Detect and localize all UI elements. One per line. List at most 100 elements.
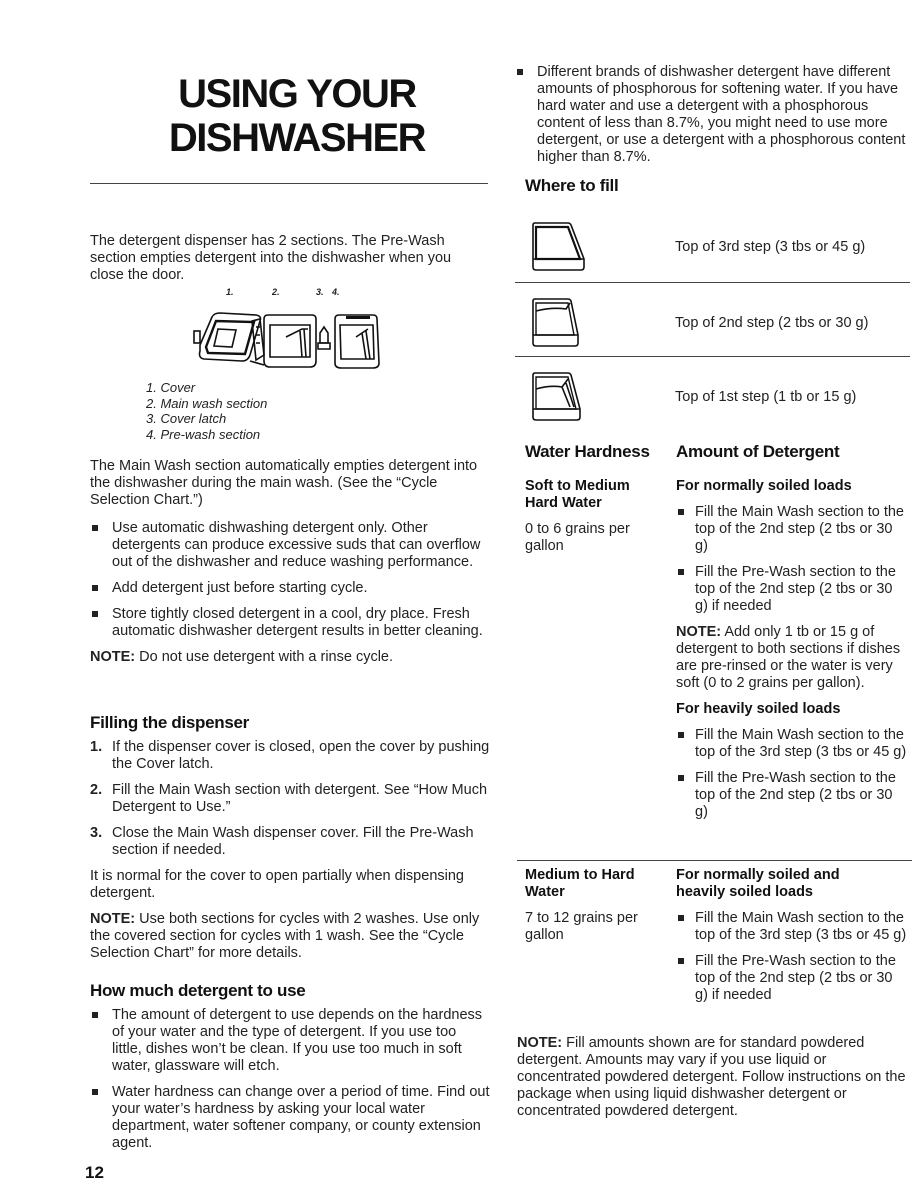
- bullet-square-icon: [92, 1089, 98, 1095]
- step-number: 3.: [90, 825, 103, 841]
- step-item: 1. If the dispenser cover is closed, open…: [90, 739, 490, 773]
- bullet-item: Store tightly closed detergent in a cool…: [90, 606, 490, 640]
- load-type-heading: For normally soiled and heavily soiled l…: [676, 867, 840, 900]
- bullet-item: Different brands of dishwasher detergent…: [515, 64, 910, 166]
- bullet-item: Use automatic dishwashing detergent only…: [90, 520, 490, 571]
- bullet-square-icon: [678, 958, 684, 964]
- load-type-heading: For heavily soiled loads: [676, 701, 841, 717]
- col-header-amount-of-detergent: Amount of Detergent: [676, 442, 840, 461]
- bullet-text: Store tightly closed detergent in a cool…: [112, 606, 483, 639]
- amount-bullets: Fill the Main Wash section to the top of…: [676, 504, 908, 615]
- main-wash-section: The Main Wash section automatically empt…: [90, 458, 490, 666]
- grains-range: 7 to 12 grains per gallon: [525, 910, 638, 943]
- usage-bullet-list: Use automatic dishwashing detergent only…: [90, 520, 490, 640]
- phosphorous-bullet: Different brands of dishwasher detergent…: [515, 64, 910, 175]
- how-much-section: How much detergent to use The amount of …: [90, 982, 490, 1161]
- how-much-heading: How much detergent to use: [90, 981, 306, 1000]
- bullet-item: Fill the Pre-Wash section to the top of …: [676, 770, 908, 821]
- load-type-heading: For normally soiled loads: [676, 478, 852, 494]
- final-note-text: NOTE: Fill amounts shown are for standar…: [517, 1035, 912, 1120]
- cup-3rd-step-icon: [532, 222, 585, 271]
- bullet-text: Use automatic dishwashing detergent only…: [112, 520, 481, 570]
- bullet-item: Fill the Main Wash section to the top of…: [676, 504, 908, 555]
- row-divider: [515, 282, 910, 283]
- table-row-divider: [517, 860, 912, 861]
- note-text: Fill amounts shown are for standard powd…: [517, 1035, 906, 1119]
- bullet-item: Add detergent just before starting cycle…: [90, 580, 490, 597]
- note-label: NOTE:: [90, 649, 136, 665]
- hardness-row-2-right: For normally soiled and heavily soiled l…: [676, 867, 908, 1013]
- bullet-text: Add detergent just before starting cycle…: [112, 580, 368, 596]
- filling-section: Filling the dispenser 1. If the dispenser…: [90, 714, 490, 962]
- hardness-level: Medium to Hard Water: [525, 867, 635, 900]
- page-number: 12: [85, 1163, 104, 1182]
- page-title: USING YOUR DISHWASHER: [162, 72, 432, 160]
- bullet-item: Fill the Main Wash section to the top of…: [676, 727, 908, 761]
- note-text: Do not use detergent with a rinse cycle.: [135, 649, 394, 665]
- bullet-square-icon: [92, 525, 98, 531]
- step-item: 2. Fill the Main Wash section with deterg…: [90, 782, 490, 816]
- callout-1: 1.: [226, 287, 234, 297]
- bullet-text: Fill the Pre-Wash section to the top of …: [695, 564, 896, 614]
- legend-item: 3. Cover latch: [146, 411, 227, 426]
- step-number: 2.: [90, 782, 103, 798]
- step-item: 3. Close the Main Wash dispenser cover. F…: [90, 825, 490, 859]
- bullet-item: Fill the Pre-Wash section to the top of …: [676, 564, 908, 615]
- bullet-text: Fill the Pre-Wash section to the top of …: [695, 770, 896, 820]
- bullet-item: Water hardness can change over a period …: [90, 1084, 490, 1152]
- fill-row-3rd-step: Top of 3rd step (3 tbs or 45 g): [515, 217, 910, 287]
- bullet-square-icon: [517, 69, 523, 75]
- soft-water-note: NOTE: Add only 1 tb or 15 g of detergent…: [676, 624, 908, 692]
- callout-4: 4.: [332, 287, 340, 297]
- step-number: 1.: [90, 739, 103, 755]
- step-text: Fill the Main Wash section with detergen…: [112, 782, 488, 815]
- bullet-square-icon: [678, 509, 684, 515]
- fill-label: Top of 3rd step (3 tbs or 45 g): [675, 239, 866, 255]
- note-label: NOTE:: [676, 624, 722, 640]
- fill-row-1st-step: Top of 1st step (1 tb or 15 g): [515, 367, 910, 437]
- bullet-square-icon: [678, 775, 684, 781]
- note-label: NOTE:: [90, 911, 136, 927]
- phosphorous-bullet-list: Different brands of dishwasher detergent…: [515, 64, 910, 166]
- bullet-square-icon: [92, 1012, 98, 1018]
- callout-2: 2.: [272, 287, 280, 297]
- hardness-row-1-left: Soft to Medium Hard Water 0 to 6 grains …: [525, 478, 665, 555]
- bullet-text: Water hardness can change over a period …: [112, 1084, 490, 1151]
- bullet-text: Fill the Pre-Wash section to the top of …: [695, 953, 896, 1003]
- fill-row-2nd-step: Top of 2nd step (2 tbs or 30 g): [515, 293, 910, 363]
- amount-bullets: Fill the Main Wash section to the top of…: [676, 910, 908, 1004]
- rinse-note: NOTE: Do not use detergent with a rinse …: [90, 649, 490, 666]
- bullet-square-icon: [92, 611, 98, 617]
- where-to-fill-heading: Where to fill: [525, 176, 619, 195]
- final-note: NOTE: Fill amounts shown are for standar…: [517, 1035, 912, 1120]
- bullet-item: The amount of detergent to use depends o…: [90, 1007, 490, 1075]
- page-title-line-2: DISHWASHER: [168, 116, 427, 160]
- bullet-text: Fill the Main Wash section to the top of…: [695, 910, 907, 943]
- bullet-item: Fill the Pre-Wash section to the top of …: [676, 953, 908, 1004]
- step-text: If the dispenser cover is closed, open t…: [112, 739, 490, 772]
- cup-2nd-step-icon: [532, 298, 579, 347]
- note-label: NOTE:: [517, 1035, 563, 1051]
- fill-label: Top of 1st step (1 tb or 15 g): [675, 389, 857, 405]
- bullet-item: Fill the Main Wash section to the top of…: [676, 910, 908, 944]
- page-title-line-1: USING YOUR: [178, 72, 417, 116]
- bullet-text: Fill the Main Wash section to the top of…: [695, 504, 904, 554]
- hardness-level: Soft to Medium Hard Water: [525, 478, 630, 511]
- bullet-square-icon: [678, 732, 684, 738]
- filling-heading: Filling the dispenser: [90, 713, 250, 732]
- bullet-text: Fill the Main Wash section to the top of…: [695, 727, 907, 760]
- bullet-square-icon: [678, 569, 684, 575]
- fill-label: Top of 2nd step (2 tbs or 30 g): [675, 315, 869, 331]
- callout-3: 3.: [316, 287, 324, 297]
- intro-paragraph: The detergent dispenser has 2 sections. …: [90, 233, 485, 284]
- col-header-water-hardness: Water Hardness: [525, 442, 650, 461]
- bullet-text: Different brands of dishwasher detergent…: [537, 64, 906, 165]
- how-much-bullets: The amount of detergent to use depends o…: [90, 1007, 490, 1152]
- hardness-row-2-left: Medium to Hard Water 7 to 12 grains per …: [525, 867, 665, 944]
- cup-1st-step-icon: [532, 372, 581, 421]
- main-wash-paragraph: The Main Wash section automatically empt…: [90, 458, 478, 508]
- filling-steps: 1. If the dispenser cover is closed, open…: [90, 739, 490, 859]
- bullet-text: The amount of detergent to use depends o…: [112, 1007, 483, 1074]
- legend-item: 1. Cover: [146, 380, 196, 395]
- amount-bullets: Fill the Main Wash section to the top of…: [676, 727, 908, 821]
